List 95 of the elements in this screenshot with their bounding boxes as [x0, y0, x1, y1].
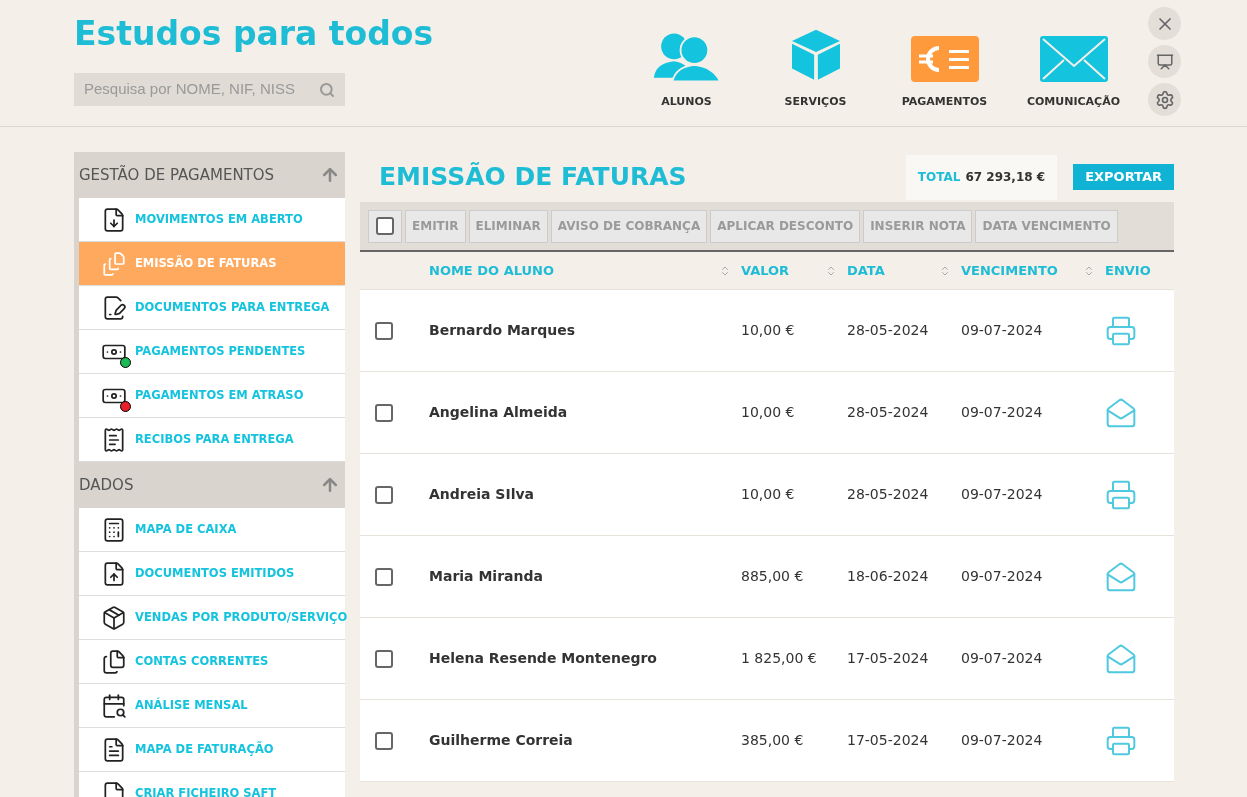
column-header[interactable]: ENVIO — [1105, 260, 1151, 281]
checkbox[interactable] — [375, 649, 393, 668]
column-header[interactable]: VALOR — [741, 260, 825, 281]
student-name: Bernardo Marques — [429, 322, 575, 338]
nav-tab[interactable]: PAGAMENTOS — [880, 28, 1009, 110]
section-header[interactable]: DADOS — [74, 462, 345, 508]
table-row[interactable]: Maria Miranda 885,00 € 18-06-2024 09-07-2024 — [360, 536, 1174, 618]
open-envelope-icon[interactable] — [1105, 396, 1137, 429]
due-date-cell: 09-07-2024 — [961, 486, 1043, 502]
envelope-icon — [1039, 35, 1108, 82]
settings-icon — [1154, 89, 1175, 110]
checkbox[interactable] — [375, 403, 393, 422]
checkbox[interactable] — [375, 321, 393, 340]
export-button[interactable]: EXPORTAR — [1073, 164, 1174, 190]
table-row[interactable]: Guilherme Correia 385,00 € 17-05-2024 09-07-2024 — [360, 700, 1174, 782]
sort-icon[interactable] — [719, 264, 731, 277]
amount-cell: 385,00 € — [741, 732, 804, 748]
table-row[interactable]: Angelina Almeida 10,00 € 28-05-2024 09-07-2024 — [360, 372, 1174, 454]
sidebar-item[interactable]: CRIAR FICHEIRO SAFT — [79, 772, 345, 797]
date-cell: 18-06-2024 — [847, 568, 929, 584]
nav-tab[interactable]: ALUNOS — [622, 28, 751, 110]
euro-card-icon — [910, 35, 979, 82]
amount-cell: 10,00 € — [741, 486, 795, 502]
date-cell: 17-05-2024 — [847, 732, 929, 748]
student-name: Andreia SIlva — [429, 486, 534, 502]
student-name: Guilherme Correia — [429, 732, 573, 748]
date-cell: 28-05-2024 — [847, 322, 929, 338]
sort-icon[interactable] — [1083, 264, 1095, 277]
calendar-search-icon — [101, 692, 127, 719]
document-upload-icon — [101, 560, 127, 587]
table-row[interactable]: Helena Resende Montenegro 1 825,00 € 17-05-2024 09-07-2024 — [360, 618, 1174, 700]
due-date-cell: 09-07-2024 — [961, 404, 1043, 420]
page-title: EMISSÃO DE FATURAS — [379, 161, 688, 194]
amount-cell: 10,00 € — [741, 404, 795, 420]
total-value: 67 293,18 € — [965, 169, 1046, 186]
nav-tab[interactable]: SERVIÇOS — [751, 28, 880, 110]
printer-icon[interactable] — [1105, 314, 1137, 347]
due-date-cell: 09-07-2024 — [961, 650, 1043, 666]
amount-cell: 885,00 € — [741, 568, 804, 584]
printer-icon[interactable] — [1105, 478, 1137, 511]
table-row[interactable]: Andreia SIlva 10,00 € 28-05-2024 09-07-2024 — [360, 454, 1174, 536]
presentation-button[interactable] — [1148, 45, 1181, 78]
document-download-icon — [101, 206, 127, 233]
checkbox[interactable] — [375, 485, 393, 504]
cash-register-icon — [101, 516, 127, 543]
column-header[interactable]: DATA — [847, 260, 939, 281]
checkbox[interactable] — [376, 217, 394, 235]
sidebar-item[interactable]: PAGAMENTOS PENDENTES — [79, 330, 345, 374]
student-name: Maria Miranda — [429, 568, 543, 584]
search-field[interactable]: Pesquisa por NOME, NIF, NISS — [74, 73, 345, 106]
total-label: TOTAL — [917, 169, 961, 186]
sort-icon[interactable] — [939, 264, 951, 277]
checkbox[interactable] — [375, 731, 393, 750]
student-name: Helena Resende Montenegro — [429, 650, 657, 666]
documents-list-icon — [101, 648, 127, 675]
sidebar-item[interactable]: DOCUMENTOS PARA ENTREGA — [79, 286, 345, 330]
brand-title: Estudos para todos — [74, 13, 435, 55]
date-cell: 28-05-2024 — [847, 486, 929, 502]
due-date-cell: 09-07-2024 — [961, 732, 1043, 748]
sidebar-item[interactable]: ANÁLISE MENSAL — [79, 684, 345, 728]
nav-tab[interactable]: COMUNICAÇÃO — [1009, 28, 1138, 110]
column-header[interactable]: VENCIMENTO — [961, 260, 1083, 281]
settings-button[interactable] — [1148, 83, 1181, 116]
sidebar-item[interactable]: DOCUMENTOS EMITIDOS — [79, 552, 345, 596]
amount-cell: 1 825,00 € — [741, 650, 817, 666]
table-row[interactable]: Bernardo Marques 10,00 € 28-05-2024 09-07-2024 — [360, 290, 1174, 372]
section-title: DADOS — [79, 474, 134, 496]
search-field[interactable]: Pesquisa por NOME, NIF, NISS — [84, 78, 319, 101]
amount-cell: 10,00 € — [741, 322, 795, 338]
sidebar-item[interactable]: EMISSÃO DE FATURAS — [79, 242, 345, 286]
sidebar-item[interactable]: MAPA DE CAIXA — [79, 508, 345, 552]
sidebar-item[interactable]: PAGAMENTOS EM ATRASO — [79, 374, 345, 418]
due-date-cell: 09-07-2024 — [961, 568, 1043, 584]
section-header[interactable]: GESTÃO DE PAGAMENTOS — [74, 152, 345, 198]
sidebar-item[interactable]: VENDAS POR PRODUTO/SERVIÇO — [79, 596, 345, 640]
box-icon — [101, 604, 127, 631]
column-header[interactable]: NOME DO ALUNO — [429, 260, 719, 281]
date-cell: 28-05-2024 — [847, 404, 929, 420]
search-icon — [319, 81, 335, 98]
date-cell: 17-05-2024 — [847, 650, 929, 666]
open-envelope-icon[interactable] — [1105, 642, 1137, 675]
sort-icon[interactable] — [825, 264, 837, 277]
presentation-board-icon — [1155, 52, 1174, 71]
checkbox[interactable] — [375, 567, 393, 586]
open-envelope-icon[interactable] — [1105, 560, 1137, 593]
sidebar-item[interactable]: MAPA DE FATURAÇÃO — [79, 728, 345, 772]
due-date-cell: 09-07-2024 — [961, 322, 1043, 338]
student-name: Angelina Almeida — [429, 404, 568, 420]
sidebar-item[interactable]: RECIBOS PARA ENTREGA — [79, 418, 345, 462]
sidebar-item[interactable]: MOVIMENTOS EM ABERTO — [79, 198, 345, 242]
close-button[interactable] — [1148, 7, 1181, 40]
arrow-up-icon — [320, 165, 340, 185]
section-title: GESTÃO DE PAGAMENTOS — [79, 164, 275, 186]
sidebar-item[interactable]: CONTAS CORRENTES — [79, 640, 345, 684]
printer-icon[interactable] — [1105, 724, 1137, 757]
